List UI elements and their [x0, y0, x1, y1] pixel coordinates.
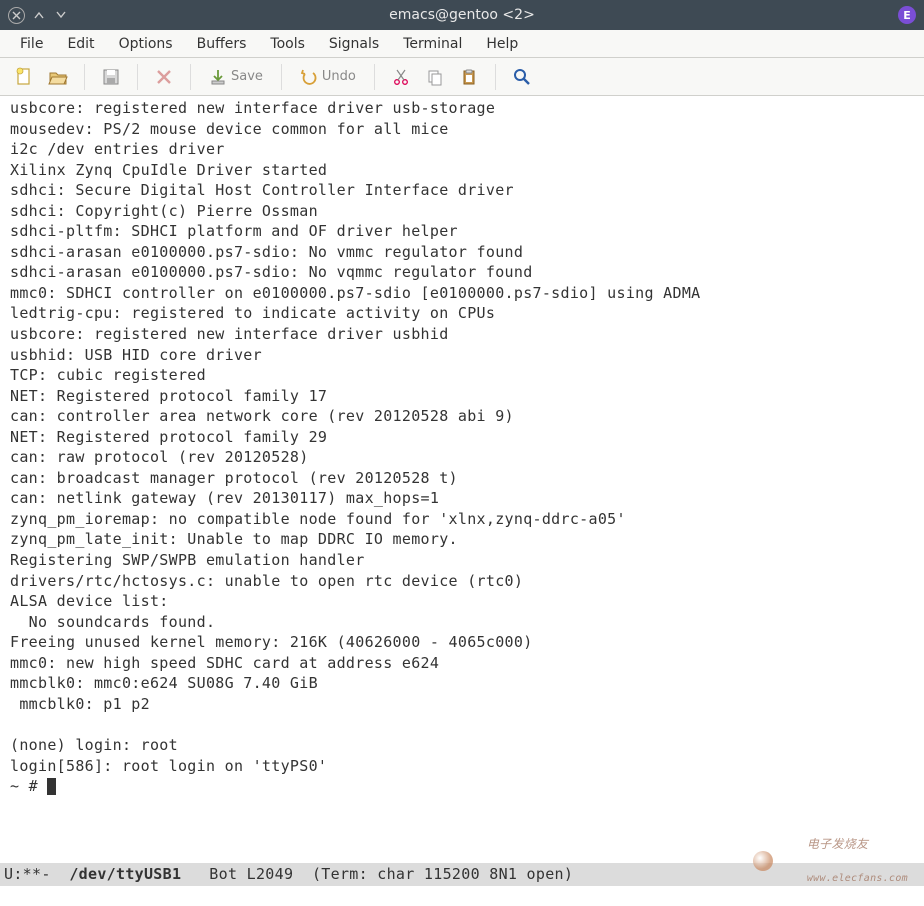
menu-options[interactable]: Options — [109, 32, 183, 56]
terminal-line: Registering SWP/SWPB emulation handler — [10, 551, 365, 569]
terminal-line: sdhci: Secure Digital Host Controller In… — [10, 181, 514, 199]
terminal-line: Freeing unused kernel memory: 216K (4062… — [10, 633, 533, 651]
terminal-line: login[586]: root login on 'ttyPS0' — [10, 757, 327, 775]
cursor — [47, 778, 56, 795]
modeline-buffer-name: /dev/ttyUSB1 — [69, 865, 181, 883]
copy-button[interactable] — [421, 63, 449, 91]
terminal-line: (none) login: root — [10, 736, 178, 754]
modeline-coding: U:**- — [4, 865, 69, 883]
tool-bar: Save Undo — [0, 58, 924, 96]
terminal-line: mousedev: PS/2 mouse device common for a… — [10, 120, 449, 138]
terminal-line: can: broadcast manager protocol (rev 201… — [10, 469, 458, 487]
toolbar-separator — [190, 64, 191, 90]
toolbar-separator — [137, 64, 138, 90]
terminal-line: can: controller area network core (rev 2… — [10, 407, 514, 425]
watermark-url: www.elecfans.com — [807, 873, 908, 884]
close-button[interactable] — [150, 63, 178, 91]
terminal-line: zynq_pm_ioremap: no compatible node foun… — [10, 510, 626, 528]
terminal-line: mmc0: new high speed SDHC card at addres… — [10, 654, 439, 672]
terminal-line: TCP: cubic registered — [10, 366, 206, 384]
watermark-text: 电子发烧友 — [807, 837, 869, 851]
undo-label: Undo — [322, 69, 356, 84]
save-as-button[interactable] — [97, 63, 125, 91]
menu-terminal[interactable]: Terminal — [393, 32, 472, 56]
terminal-line: mmcblk0: p1 p2 — [10, 695, 150, 713]
terminal-line: mmc0: SDHCI controller on e0100000.ps7-s… — [10, 284, 700, 302]
menu-help[interactable]: Help — [476, 32, 528, 56]
toolbar-separator — [281, 64, 282, 90]
window-titlebar: emacs@gentoo <2> E — [0, 0, 924, 30]
terminal-line: sdhci-arasan e0100000.ps7-sdio: No vqmmc… — [10, 263, 533, 281]
paste-button[interactable] — [455, 63, 483, 91]
terminal-line: ALSA device list: — [10, 592, 169, 610]
terminal-line: sdhci: Copyright(c) Pierre Ossman — [10, 202, 318, 220]
modeline-mode: (Term: char 115200 8N1 open) — [312, 865, 573, 883]
terminal-line: can: netlink gateway (rev 20130117) max_… — [10, 489, 439, 507]
terminal-line: usbcore: registered new interface driver… — [10, 325, 449, 343]
modeline-position: Bot L2049 — [181, 865, 312, 883]
menu-signals[interactable]: Signals — [319, 32, 389, 56]
open-file-button[interactable] — [44, 63, 72, 91]
watermark-logo-icon — [753, 851, 773, 871]
terminal-line: usbhid: USB HID core driver — [10, 346, 262, 364]
toolbar-separator — [374, 64, 375, 90]
terminal-prompt: ~ # — [10, 777, 47, 795]
menu-buffers[interactable]: Buffers — [187, 32, 257, 56]
emacs-logo-icon: E — [898, 6, 916, 24]
cut-button[interactable] — [387, 63, 415, 91]
window-close-button[interactable] — [8, 7, 25, 24]
terminal-line: drivers/rtc/hctosys.c: unable to open rt… — [10, 572, 523, 590]
search-button[interactable] — [508, 63, 536, 91]
toolbar-separator — [495, 64, 496, 90]
toolbar-separator — [84, 64, 85, 90]
terminal-line: usbcore: registered new interface driver… — [10, 99, 495, 117]
menu-bar: File Edit Options Buffers Tools Signals … — [0, 30, 924, 58]
terminal-line: NET: Registered protocol family 17 — [10, 387, 327, 405]
terminal-line: Xilinx Zynq CpuIdle Driver started — [10, 161, 327, 179]
new-file-button[interactable] — [10, 63, 38, 91]
window-minimize-button[interactable] — [53, 7, 69, 23]
terminal-line: mmcblk0: mmc0:e624 SU08G 7.40 GiB — [10, 674, 318, 692]
menu-file[interactable]: File — [10, 32, 53, 56]
menu-edit[interactable]: Edit — [57, 32, 104, 56]
save-button[interactable]: Save — [203, 63, 269, 91]
terminal-line: No soundcards found. — [10, 613, 215, 631]
terminal-line: NET: Registered protocol family 29 — [10, 428, 327, 446]
watermark: 电子发烧友 www.elecfans.com — [753, 820, 908, 902]
terminal-line: sdhci-pltfm: SDHCI platform and OF drive… — [10, 222, 458, 240]
terminal-line: i2c /dev entries driver — [10, 140, 225, 158]
terminal-line: can: raw protocol (rev 20120528) — [10, 448, 309, 466]
window-title: emacs@gentoo <2> — [0, 7, 924, 23]
menu-tools[interactable]: Tools — [260, 32, 315, 56]
undo-button[interactable]: Undo — [294, 63, 362, 91]
terminal-line: zynq_pm_late_init: Unable to map DDRC IO… — [10, 530, 458, 548]
terminal-buffer[interactable]: usbcore: registered new interface driver… — [0, 96, 924, 906]
terminal-line: ledtrig-cpu: registered to indicate acti… — [10, 304, 495, 322]
terminal-line: sdhci-arasan e0100000.ps7-sdio: No vmmc … — [10, 243, 523, 261]
save-label: Save — [231, 69, 263, 84]
window-controls — [8, 7, 69, 24]
window-maximize-button[interactable] — [31, 7, 47, 23]
